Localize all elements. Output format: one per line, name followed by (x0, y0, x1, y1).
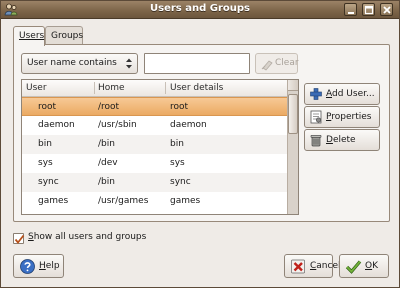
search-input[interactable] (144, 53, 250, 74)
users-table[interactable]: User Home User details root /root root d… (21, 79, 299, 215)
table-row[interactable]: root /root root (22, 97, 288, 116)
cell-home: /usr/sbin (98, 120, 137, 130)
cell-details: root (170, 102, 189, 112)
help-button[interactable]: Help (13, 254, 64, 278)
cell-details: sys (170, 158, 185, 168)
show-all-label-text: how all users and groups (33, 232, 147, 242)
ok-icon (345, 260, 362, 274)
cancel-icon (291, 259, 305, 274)
cell-details: daemon (170, 120, 207, 130)
tab-groups[interactable]: Groups (45, 26, 83, 45)
show-all-checkbox[interactable] (13, 233, 25, 244)
table-row[interactable]: sys /dev sys (22, 154, 288, 173)
delete-label: elete (332, 135, 356, 145)
cancel-label: ancel (316, 261, 341, 271)
delete-mnemonic: D (326, 135, 333, 145)
table-scrollbar[interactable] (287, 80, 298, 214)
ok-button[interactable]: OK (339, 254, 389, 278)
maximize-icon (364, 5, 374, 15)
table-rows: root /root root daemon /usr/sbin daemon … (22, 97, 288, 211)
properties-icon (310, 110, 322, 124)
help-label: elp (45, 261, 60, 271)
tab-groups-label: Groups (51, 31, 84, 41)
delete-button[interactable]: Delete (304, 129, 380, 151)
cell-user: root (38, 102, 57, 112)
cell-details: games (170, 196, 201, 206)
table-header: User Home User details (22, 80, 288, 97)
window-title: Users and Groups (150, 3, 250, 14)
cell-home: /root (98, 102, 120, 112)
filter-mode-select[interactable]: User name contains (21, 53, 138, 74)
cell-home: /usr/games (98, 196, 149, 206)
minimize-button[interactable] (344, 3, 357, 16)
cancel-button[interactable]: Cancel (284, 254, 341, 278)
properties-label: roperties (331, 112, 372, 122)
scroll-thumb[interactable] (288, 94, 298, 134)
column-separator[interactable] (165, 82, 166, 94)
column-header-user[interactable]: User (26, 83, 47, 93)
show-all-label: Show all users and groups (28, 232, 146, 242)
clear-button-label: Clear (275, 58, 299, 68)
cell-user: games (38, 196, 69, 206)
cell-details: sync (170, 177, 191, 187)
cell-user: sys (38, 158, 53, 168)
clear-icon (261, 60, 273, 71)
cell-user: bin (38, 139, 52, 149)
cell-details: bin (170, 139, 184, 149)
cell-home: /dev (98, 158, 118, 168)
close-icon (383, 6, 391, 14)
cell-home: /bin (98, 139, 115, 149)
add-user-icon (310, 88, 322, 100)
scroll-up-button[interactable] (288, 80, 298, 91)
users-groups-window: Users and Groups Users Groups User name … (0, 0, 400, 288)
column-header-home[interactable]: Home (98, 83, 125, 93)
properties-button[interactable]: Properties (304, 106, 380, 128)
tab-users-label: Users (19, 31, 45, 41)
table-row[interactable]: sync /bin sync (22, 173, 288, 192)
filter-mode-value: User name contains (27, 58, 117, 68)
help-mnemonic: H (39, 261, 46, 271)
close-button[interactable] (380, 3, 393, 16)
table-row[interactable]: daemon /usr/sbin daemon (22, 116, 288, 135)
column-header-details[interactable]: User details (170, 83, 223, 93)
clear-button[interactable]: Clear (255, 53, 299, 74)
cell-user: daemon (38, 120, 75, 130)
table-row[interactable]: games /usr/games games (22, 192, 288, 211)
maximize-button[interactable] (362, 3, 375, 16)
delete-icon (310, 134, 322, 147)
tab-users[interactable]: Users (13, 26, 45, 46)
add-user-label: dd User... (332, 89, 375, 99)
cell-user: sync (38, 177, 59, 187)
help-icon (20, 259, 35, 274)
checkmark-icon (14, 234, 25, 244)
ok-label: K (372, 261, 378, 271)
minimize-icon (348, 12, 354, 14)
cell-home: /bin (98, 177, 115, 187)
title-bar[interactable]: Users and Groups (1, 1, 399, 19)
combo-arrows-icon (126, 58, 132, 69)
table-row[interactable]: bin /bin bin (22, 135, 288, 154)
add-user-button[interactable]: Add User... (304, 83, 380, 105)
column-separator[interactable] (94, 82, 95, 94)
